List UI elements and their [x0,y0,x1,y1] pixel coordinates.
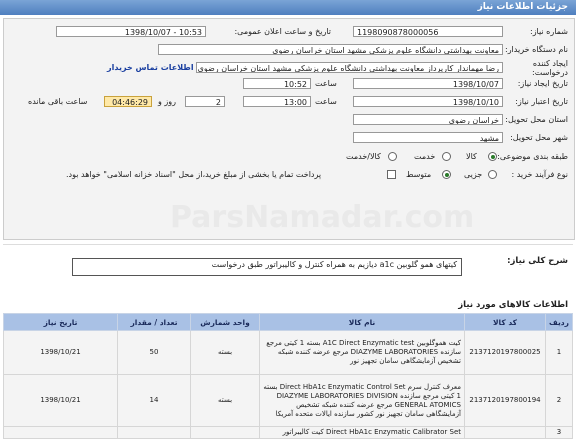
category-goods-radio[interactable] [488,152,497,161]
goods-quantity [117,426,191,439]
creator-label: ایجاد کننده درخواست: [532,59,568,77]
goods-name: معرف کنترل سرم Direct HbA1c Enzymatic Co… [259,374,465,427]
goods-section-title: اطلاعات کالاهای مورد نیاز [458,300,568,310]
create-date-label: تاریخ ایجاد نیاز: [517,79,568,88]
goods-date [3,426,118,439]
table-row: 1 2137120197800025 کیت هموگلوبین A1C Dir… [3,330,573,375]
column-header: تاریخ نیاز [3,313,118,331]
column-header: واحد شمارش [190,313,260,331]
days-label: روز و [158,97,176,106]
deadline-time-label: ساعت [315,97,337,106]
type-partial-radio[interactable] [488,170,497,179]
city-field: مشهد [353,132,503,143]
category-label: طبقه بندی موضوعی: [497,152,568,161]
goods-table-header: ردیف کد کالا نام کالا واحد شمارش تعداد /… [3,313,573,331]
goods-name: کیت هموگلوبین A1C Direct Enzymatic test … [259,330,465,375]
deadline-date-field: 1398/10/10 [353,96,503,107]
need-number-field: 1198090878000056 [353,26,503,37]
goods-quantity: 50 [117,330,191,375]
city-label: شهر محل تحویل: [510,133,568,142]
description-label: شرح کلی نیاز: [507,256,568,266]
announce-field: 1398/10/07 - 10:53 [56,26,206,37]
watermark: ParsNamadar.com [170,200,475,235]
contact-info-link[interactable]: اطلاعات تماس خریدار [107,63,194,72]
table-row: 3 Direct HbA1c Enzymatic Calibrator Set … [3,426,573,439]
goods-unit: بسته [190,374,260,427]
goods-name: Direct HbA1c Enzymatic Calibrator Set کی… [259,426,465,439]
create-time-label: ساعت [315,79,337,88]
treasury-payment-checkbox[interactable] [387,170,396,179]
row-number: 3 [545,426,573,439]
remaining-time-field: 04:46:29 [104,96,152,107]
deadline-time-field: 13:00 [243,96,311,107]
divider [3,244,573,245]
page-header: جزئیات اطلاعات نیاز [0,0,576,15]
remaining-days-field: 2 [185,96,225,107]
category-service-label: خدمت [414,152,436,161]
buyer-org-label: نام دستگاه خریدار: [505,45,568,54]
column-header: ردیف [545,313,573,331]
category-goods-label: کالا [466,152,477,161]
goods-table: ردیف کد کالا نام کالا واحد شمارش تعداد /… [3,313,573,439]
create-time-field: 10:52 [243,78,311,89]
province-field: خراسان رضوی [353,114,503,125]
create-date-field: 1398/10/07 [353,78,503,89]
remaining-time-label: ساعت باقی مانده [28,97,88,106]
goods-date: 1398/10/21 [3,374,118,427]
category-goods-service-radio[interactable] [388,152,397,161]
creator-field: رضا مهماندار کارپرداز معاونت بهداشتی دان… [196,62,503,73]
province-label: استان محل تحویل: [505,115,568,124]
column-header: کد کالا [464,313,546,331]
goods-quantity: 14 [117,374,191,427]
goods-date: 1398/10/21 [3,330,118,375]
goods-unit: بسته [190,330,260,375]
goods-unit [190,426,260,439]
row-number: 1 [545,330,573,375]
column-header: تعداد / مقدار [117,313,191,331]
type-partial-label: جزیی [464,170,483,179]
category-goods-service-label: کالا/خدمت [346,152,381,161]
category-service-radio[interactable] [442,152,451,161]
purchase-type-label: نوع فرآیند خرید : [511,170,568,179]
page-title: جزئیات اطلاعات نیاز [477,2,568,12]
announce-label: تاریخ و ساعت اعلان عمومی: [234,27,331,36]
deadline-label: تاریخ اعتبار نیاز: [515,97,568,106]
need-number-label: شماره نیاز: [530,27,568,36]
buyer-org-field: معاونت بهداشتی دانشگاه علوم پزشکی مشهد ا… [158,44,503,55]
type-medium-label: متوسط [406,170,432,179]
description-box: کیتهای همو گلوبین a1c دیازیم به همراه کن… [72,258,462,276]
goods-code: 2137120197800025 [464,330,546,375]
type-medium-radio[interactable] [442,170,451,179]
row-number: 2 [545,374,573,427]
treasury-payment-note: پرداخت تمام یا بخشی از مبلغ خرید،از محل … [66,170,322,179]
table-row: 2 2137120197800194 معرف کنترل سرم Direct… [3,374,573,427]
column-header: نام کالا [259,313,465,331]
goods-code [464,426,546,439]
goods-code: 2137120197800194 [464,374,546,427]
